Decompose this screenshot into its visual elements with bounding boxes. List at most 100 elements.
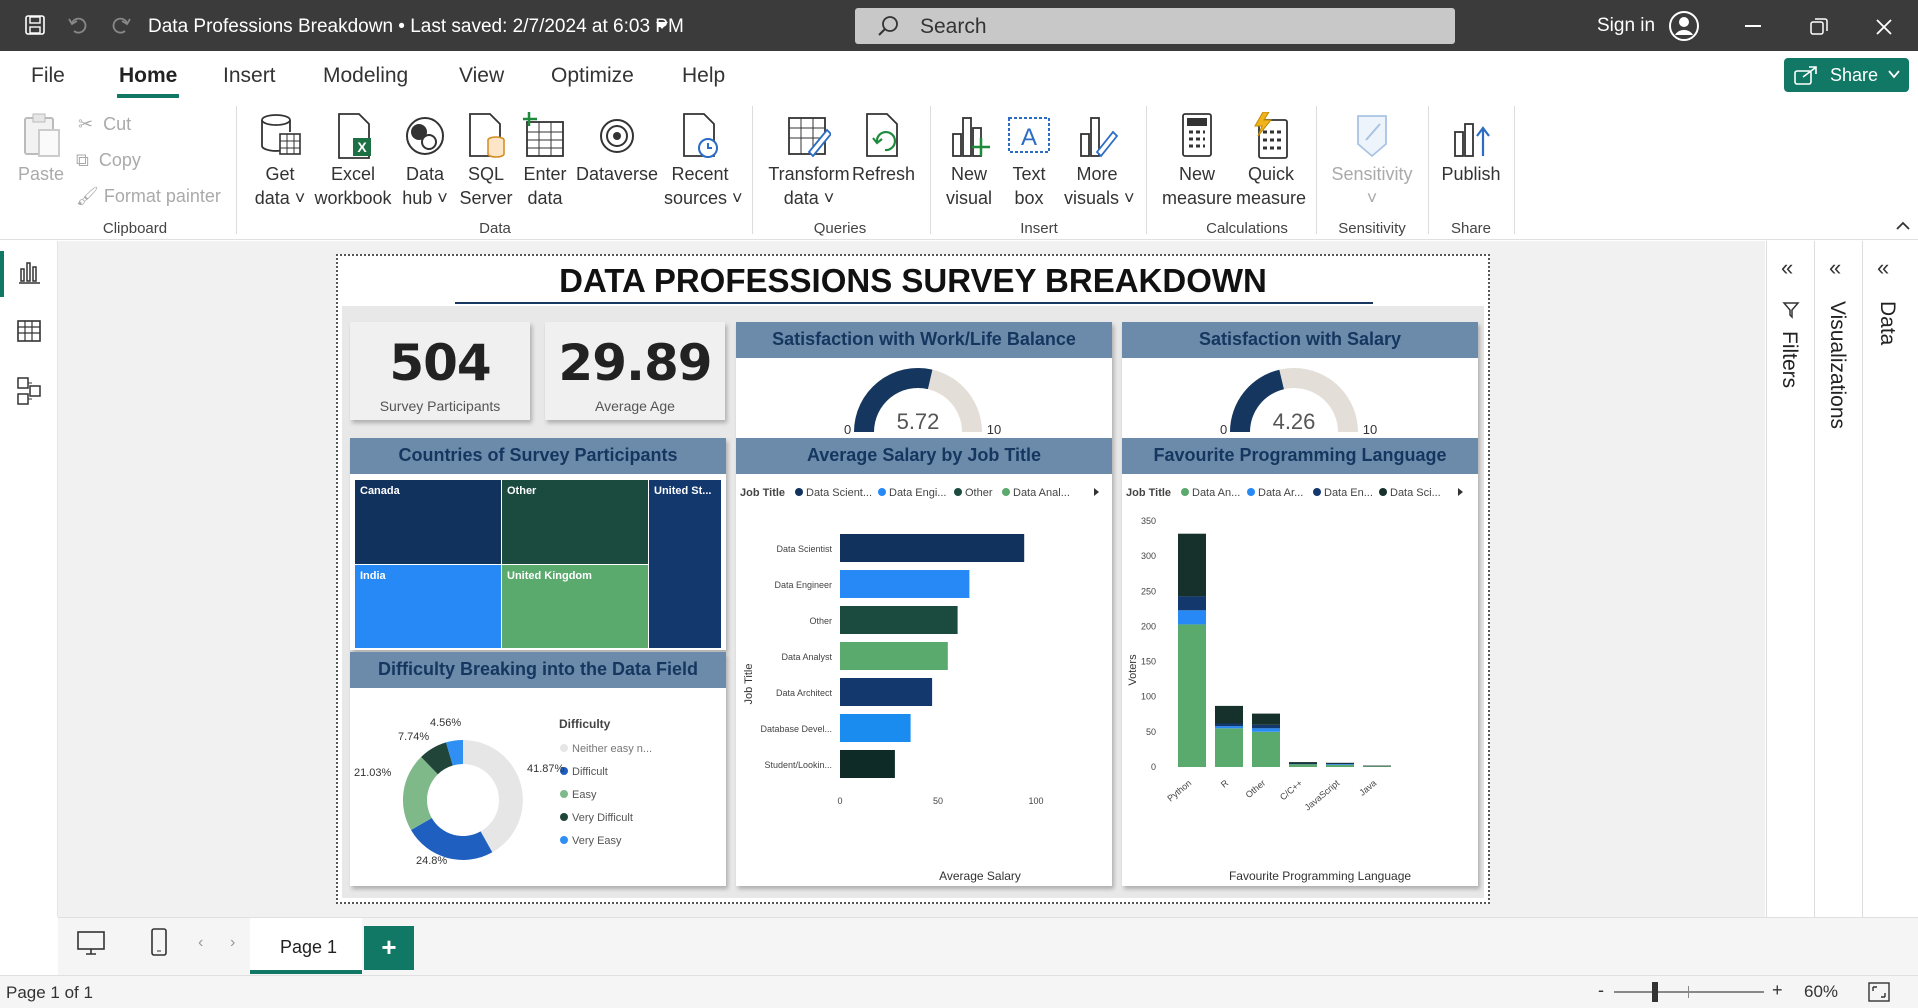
- bar[interactable]: [840, 570, 970, 598]
- donut-slice[interactable]: [411, 818, 493, 860]
- sensitivity-button[interactable]: Sensitivity ˅: [1326, 112, 1418, 210]
- stacked-bar-segment[interactable]: [1215, 705, 1243, 724]
- treemap-cell-united-states[interactable]: United St...: [649, 480, 721, 648]
- copy-button[interactable]: ⧉ Copy: [76, 148, 141, 172]
- salary-chart-card[interactable]: Average Salary by Job Title Job Title Da…: [736, 438, 1112, 886]
- kpi-card-age[interactable]: 29.89 Average Age: [545, 322, 725, 420]
- zoom-slider-thumb[interactable]: [1652, 982, 1658, 1002]
- data-pane[interactable]: « Data: [1862, 241, 1918, 917]
- dataverse-button[interactable]: Dataverse: [576, 112, 658, 186]
- stacked-bar-segment[interactable]: [1363, 765, 1391, 767]
- tab-optimize[interactable]: Optimize: [551, 64, 634, 88]
- stacked-bar-segment[interactable]: [1178, 610, 1206, 625]
- stacked-bar-segment[interactable]: [1363, 766, 1391, 767]
- bar[interactable]: [840, 642, 948, 670]
- gauge-card-worklife[interactable]: Satisfaction with Work/Life Balance 5.72…: [736, 322, 1112, 438]
- fit-to-page-icon[interactable]: [1868, 982, 1890, 1002]
- language-chart-card[interactable]: Favourite Programming Language Job Title…: [1122, 438, 1478, 886]
- tab-home[interactable]: Home: [119, 64, 177, 88]
- expand-filters-icon[interactable]: «: [1781, 255, 1793, 281]
- zoom-slider-track[interactable]: [1614, 991, 1764, 993]
- document-title[interactable]: Data Professions Breakdown • Last saved:…: [148, 16, 684, 38]
- paste-button[interactable]: Paste: [16, 112, 66, 186]
- text-box-button[interactable]: A Text box: [1004, 112, 1054, 210]
- quick-measure-button[interactable]: Quick measure: [1234, 112, 1308, 210]
- tab-view[interactable]: View: [459, 64, 504, 88]
- chevron-down-icon[interactable]: [655, 18, 669, 36]
- tab-help[interactable]: Help: [682, 64, 725, 88]
- zoom-out-button[interactable]: -: [1598, 980, 1604, 1001]
- collapse-ribbon-icon[interactable]: [1896, 218, 1910, 236]
- excel-workbook-button[interactable]: X Excel workbook: [312, 112, 394, 210]
- treemap-cell-united-kingdom[interactable]: United Kingdom: [502, 565, 648, 648]
- treemap-cell-india[interactable]: India: [355, 565, 501, 648]
- add-page-button[interactable]: +: [364, 926, 414, 970]
- stacked-bar-segment[interactable]: [1252, 724, 1280, 729]
- treemap-cell-canada[interactable]: Canada: [355, 480, 501, 564]
- desktop-layout-icon[interactable]: [76, 930, 106, 956]
- close-icon[interactable]: [1875, 18, 1893, 41]
- undo-icon[interactable]: [63, 10, 93, 40]
- bar[interactable]: [840, 606, 958, 634]
- minimize-icon[interactable]: [1745, 25, 1761, 27]
- legend-next-icon[interactable]: [1458, 488, 1463, 496]
- data-hub-button[interactable]: Data hub ˅: [398, 112, 452, 210]
- stacked-bar-segment[interactable]: [1215, 723, 1243, 727]
- stacked-bar-segment[interactable]: [1326, 764, 1354, 767]
- stacked-bar-segment[interactable]: [1252, 731, 1280, 767]
- bar[interactable]: [840, 534, 1025, 562]
- model-view-icon[interactable]: [16, 376, 42, 406]
- format-painter-button[interactable]: 🖌 Format painter: [76, 184, 221, 208]
- mobile-layout-icon[interactable]: [150, 927, 168, 957]
- filters-pane[interactable]: « Filters: [1766, 241, 1814, 917]
- new-visual-button[interactable]: New visual: [944, 112, 994, 210]
- enter-data-button[interactable]: Enter data: [520, 112, 570, 210]
- recent-sources-button[interactable]: Recent sources ˅: [664, 112, 743, 210]
- next-page-icon[interactable]: ›: [230, 934, 235, 952]
- account-icon[interactable]: [1668, 10, 1700, 47]
- treemap-card[interactable]: Countries of Survey Participants Canada …: [350, 438, 726, 650]
- treemap-cell-other[interactable]: Other: [502, 480, 648, 564]
- legend-next-icon[interactable]: [1094, 488, 1099, 496]
- stacked-bar-segment[interactable]: [1326, 763, 1354, 765]
- transform-data-button[interactable]: Transform data ˅: [766, 112, 852, 210]
- sign-in-link[interactable]: Sign in: [1597, 15, 1655, 37]
- table-view-icon[interactable]: [16, 318, 42, 344]
- publish-button[interactable]: Publish: [1438, 112, 1504, 186]
- cut-button[interactable]: ✂ Cut: [78, 112, 131, 136]
- report-view-icon[interactable]: [16, 259, 42, 285]
- stacked-bar-segment[interactable]: [1252, 728, 1280, 732]
- save-icon[interactable]: [20, 10, 50, 40]
- stacked-bar-segment[interactable]: [1326, 762, 1354, 764]
- refresh-button[interactable]: Refresh: [852, 112, 915, 186]
- sql-server-button[interactable]: SQL Server: [458, 112, 514, 210]
- donut-card[interactable]: Difficulty Breaking into the Data Field …: [350, 652, 726, 886]
- bar[interactable]: [840, 678, 933, 706]
- redo-icon[interactable]: [106, 10, 136, 40]
- stacked-bar-segment[interactable]: [1215, 728, 1243, 767]
- stacked-bar-segment[interactable]: [1289, 764, 1317, 767]
- page-tab-1[interactable]: Page 1: [250, 918, 362, 974]
- tab-insert[interactable]: Insert: [223, 64, 276, 88]
- previous-page-icon[interactable]: ‹: [198, 934, 203, 952]
- stacked-bar-segment[interactable]: [1215, 726, 1243, 729]
- bar[interactable]: [840, 714, 911, 742]
- bar[interactable]: [840, 750, 895, 778]
- get-data-button[interactable]: Get data ˅: [252, 112, 308, 210]
- new-measure-button[interactable]: New measure: [1160, 112, 1234, 210]
- visualizations-pane[interactable]: « Visualizations: [1814, 241, 1862, 917]
- kpi-card-participants[interactable]: 504 Survey Participants: [350, 322, 530, 420]
- stacked-bar-segment[interactable]: [1252, 713, 1280, 725]
- tab-file[interactable]: File: [31, 64, 65, 88]
- stacked-bar-segment[interactable]: [1289, 763, 1317, 765]
- stacked-bar-segment[interactable]: [1178, 596, 1206, 611]
- share-button[interactable]: Share: [1784, 58, 1909, 92]
- expand-visualizations-icon[interactable]: «: [1829, 255, 1841, 281]
- expand-data-icon[interactable]: «: [1877, 255, 1889, 281]
- stacked-bar-segment[interactable]: [1178, 533, 1206, 597]
- search-input[interactable]: Search: [855, 8, 1455, 44]
- restore-icon[interactable]: [1810, 18, 1828, 41]
- stacked-bar-segment[interactable]: [1178, 624, 1206, 767]
- zoom-in-button[interactable]: +: [1772, 980, 1783, 1001]
- tab-modeling[interactable]: Modeling: [323, 64, 408, 88]
